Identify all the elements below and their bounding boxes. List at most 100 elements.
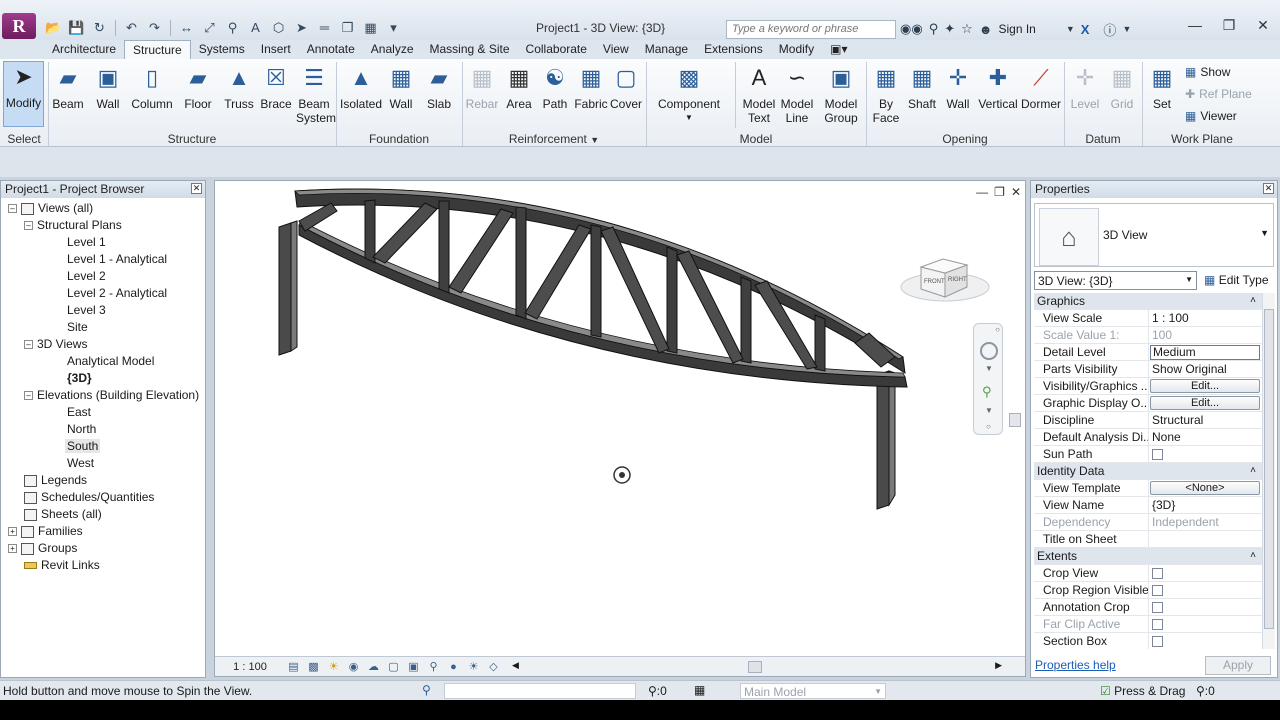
restore-icon[interactable]: ❐ (994, 185, 1005, 199)
tab-collaborate[interactable]: Collaborate (518, 40, 595, 59)
property-value[interactable]: Structural (1148, 412, 1261, 428)
tree-item-structural-plans[interactable]: – Structural Plans (24, 217, 122, 234)
tab-massing-site[interactable]: Massing & Site (422, 40, 518, 59)
lock-3d-view-icon[interactable]: ⚲ (425, 660, 442, 674)
path-reinforcement-button[interactable]: ☯ Path (539, 63, 571, 111)
fabric-button[interactable]: ▦ Fabric (573, 63, 609, 111)
restore-icon[interactable]: ❐ (1212, 12, 1246, 38)
property-value[interactable]: Edit... (1148, 395, 1261, 411)
chevron-down-icon[interactable]: ▼ (985, 364, 993, 373)
truss-diagonal[interactable] (298, 202, 338, 232)
property-checkbox[interactable] (1152, 449, 1163, 460)
truss-button[interactable]: ▲ Truss (222, 63, 256, 111)
undo-icon[interactable]: ↶ (122, 19, 141, 37)
favorites-star-icon[interactable]: ☆ (961, 21, 973, 37)
properties-scroll-thumb[interactable] (1264, 309, 1274, 629)
truss-vertical[interactable] (666, 246, 678, 354)
viewer-button[interactable]: ▦ Viewer (1185, 109, 1237, 123)
collapse-icon[interactable]: – (24, 391, 33, 401)
property-edit-button[interactable]: Edit... (1150, 379, 1260, 393)
property-group-graphics[interactable]: Graphics ˄ (1034, 293, 1262, 310)
property-value[interactable]: None (1148, 429, 1261, 445)
collapse-icon[interactable]: – (24, 221, 33, 231)
property-value[interactable]: Show Original (1148, 361, 1261, 377)
tree-item-families[interactable]: + Families (8, 523, 83, 540)
sign-in-button[interactable]: Sign In (998, 22, 1035, 36)
edit-type-button[interactable]: ▦ Edit Type (1204, 273, 1269, 287)
beam-system-button[interactable]: ☰ Beam System (296, 63, 336, 125)
tree-item-3d[interactable]: {3D} (67, 370, 92, 387)
properties-scrollbar[interactable] (1262, 293, 1275, 649)
detail-level-field[interactable]: Medium (1150, 345, 1260, 360)
tab-view[interactable]: View (595, 40, 637, 59)
expand-icon[interactable]: + (8, 527, 17, 537)
truss-vertical[interactable] (590, 224, 602, 338)
shadows-icon[interactable]: ◉ (345, 660, 362, 674)
viewcube[interactable]: FRONT RIGHT (900, 258, 990, 302)
view-scale-button[interactable]: 1 : 100 (215, 661, 285, 673)
collapse-chevron-icon[interactable]: ˄ (1250, 293, 1256, 309)
exchange-apps-icon[interactable]: X (1081, 22, 1090, 37)
property-checkbox[interactable] (1152, 568, 1163, 579)
save-icon[interactable]: 💾 (67, 19, 86, 37)
close-icon[interactable]: ✕ (1011, 185, 1021, 199)
chevron-down-icon[interactable]: ▼ (1260, 228, 1269, 238)
property-value[interactable]: Edit... (1148, 378, 1261, 394)
tree-item-3d-views[interactable]: –3D Views (24, 336, 87, 353)
collapse-chevron-icon[interactable]: ˄ (1250, 463, 1256, 479)
property-value[interactable] (1148, 446, 1261, 462)
model-text-button[interactable]: A Model Text (741, 63, 777, 125)
communication-icon[interactable]: ✦ (944, 21, 955, 37)
scroll-right-icon[interactable]: ▶ (995, 660, 1002, 671)
3d-view-canvas[interactable]: FRONT RIGHT — ❐ ✕ ○ ▼ ⚲ ▼ ○ 1 : 100 ▤ ▩ … (214, 180, 1026, 677)
minimize-icon[interactable]: — (976, 185, 988, 199)
active-workset-field[interactable] (444, 683, 636, 699)
tab-extensions[interactable]: Extensions (696, 40, 771, 59)
selection-filter[interactable]: ⚲:0 (1196, 684, 1215, 698)
tree-item-schedules[interactable]: Schedules/Quantities (24, 489, 154, 506)
truss-vertical[interactable] (515, 206, 527, 320)
truss-vertical[interactable] (740, 276, 752, 364)
reveal-hidden-icon[interactable]: ☀ (465, 660, 482, 674)
chevron-down-icon[interactable]: ▼ (1066, 24, 1075, 34)
horizontal-scroll-thumb[interactable] (748, 661, 762, 673)
tree-item-level-2[interactable]: Level 2 (67, 268, 106, 285)
viewcube-front-label[interactable]: FRONT (924, 279, 945, 285)
sun-path-icon[interactable]: ☀ (325, 660, 342, 674)
truss-vertical[interactable] (364, 199, 376, 264)
model-line-button[interactable]: ∽ Model Line (779, 63, 815, 125)
tree-item-level-1[interactable]: Level 1 (67, 234, 106, 251)
tab-annotate[interactable]: Annotate (299, 40, 363, 59)
temporary-hide-icon[interactable]: ● (445, 660, 462, 674)
expand-icon[interactable]: + (8, 544, 17, 554)
collapse-icon[interactable]: – (8, 204, 17, 214)
opening-by-face-button[interactable]: ▦ By Face (870, 63, 902, 125)
customize-qat-icon[interactable]: ▾ (384, 19, 403, 37)
property-group-identity-data[interactable]: Identity Data ˄ (1034, 463, 1262, 480)
application-menu-button[interactable]: R (2, 13, 36, 39)
property-group-extents[interactable]: Extents ˄ (1034, 548, 1262, 565)
viewcube-right-label[interactable]: RIGHT (948, 277, 967, 283)
structural-wall-button[interactable]: ▣ Wall (91, 63, 125, 111)
property-value[interactable]: {3D} (1148, 497, 1261, 513)
truss-model[interactable]: FRONT RIGHT (215, 181, 1025, 657)
binoculars-icon[interactable]: ◉◉ (900, 21, 923, 37)
show-rendering-icon[interactable]: ☁ (365, 660, 382, 674)
design-option-field[interactable]: Main Model ▼ (740, 683, 886, 699)
tree-item-views-all[interactable]: – Views (all) (8, 200, 93, 217)
close-icon[interactable]: ✕ (191, 183, 202, 194)
cover-button[interactable]: ▢ Cover (609, 63, 643, 111)
property-checkbox[interactable] (1152, 602, 1163, 613)
truss-vertical[interactable] (438, 200, 450, 294)
vertical-scroll-thumb[interactable] (1009, 413, 1021, 427)
property-value[interactable]: Medium (1148, 344, 1261, 360)
filter-icon[interactable]: ⚲ (648, 684, 657, 698)
tree-item-level-3[interactable]: Level 3 (67, 302, 106, 319)
tab-modify[interactable]: Modify (771, 40, 822, 59)
crop-region-icon[interactable]: ▣ (405, 660, 422, 674)
minimize-icon[interactable]: — (1178, 12, 1212, 38)
dormer-opening-button[interactable]: ⟋ Dormer (1020, 63, 1062, 111)
tab-architecture[interactable]: Architecture (44, 40, 124, 59)
property-value[interactable] (1148, 531, 1261, 547)
aligned-dimension-icon[interactable]: ⤢ (200, 19, 219, 37)
